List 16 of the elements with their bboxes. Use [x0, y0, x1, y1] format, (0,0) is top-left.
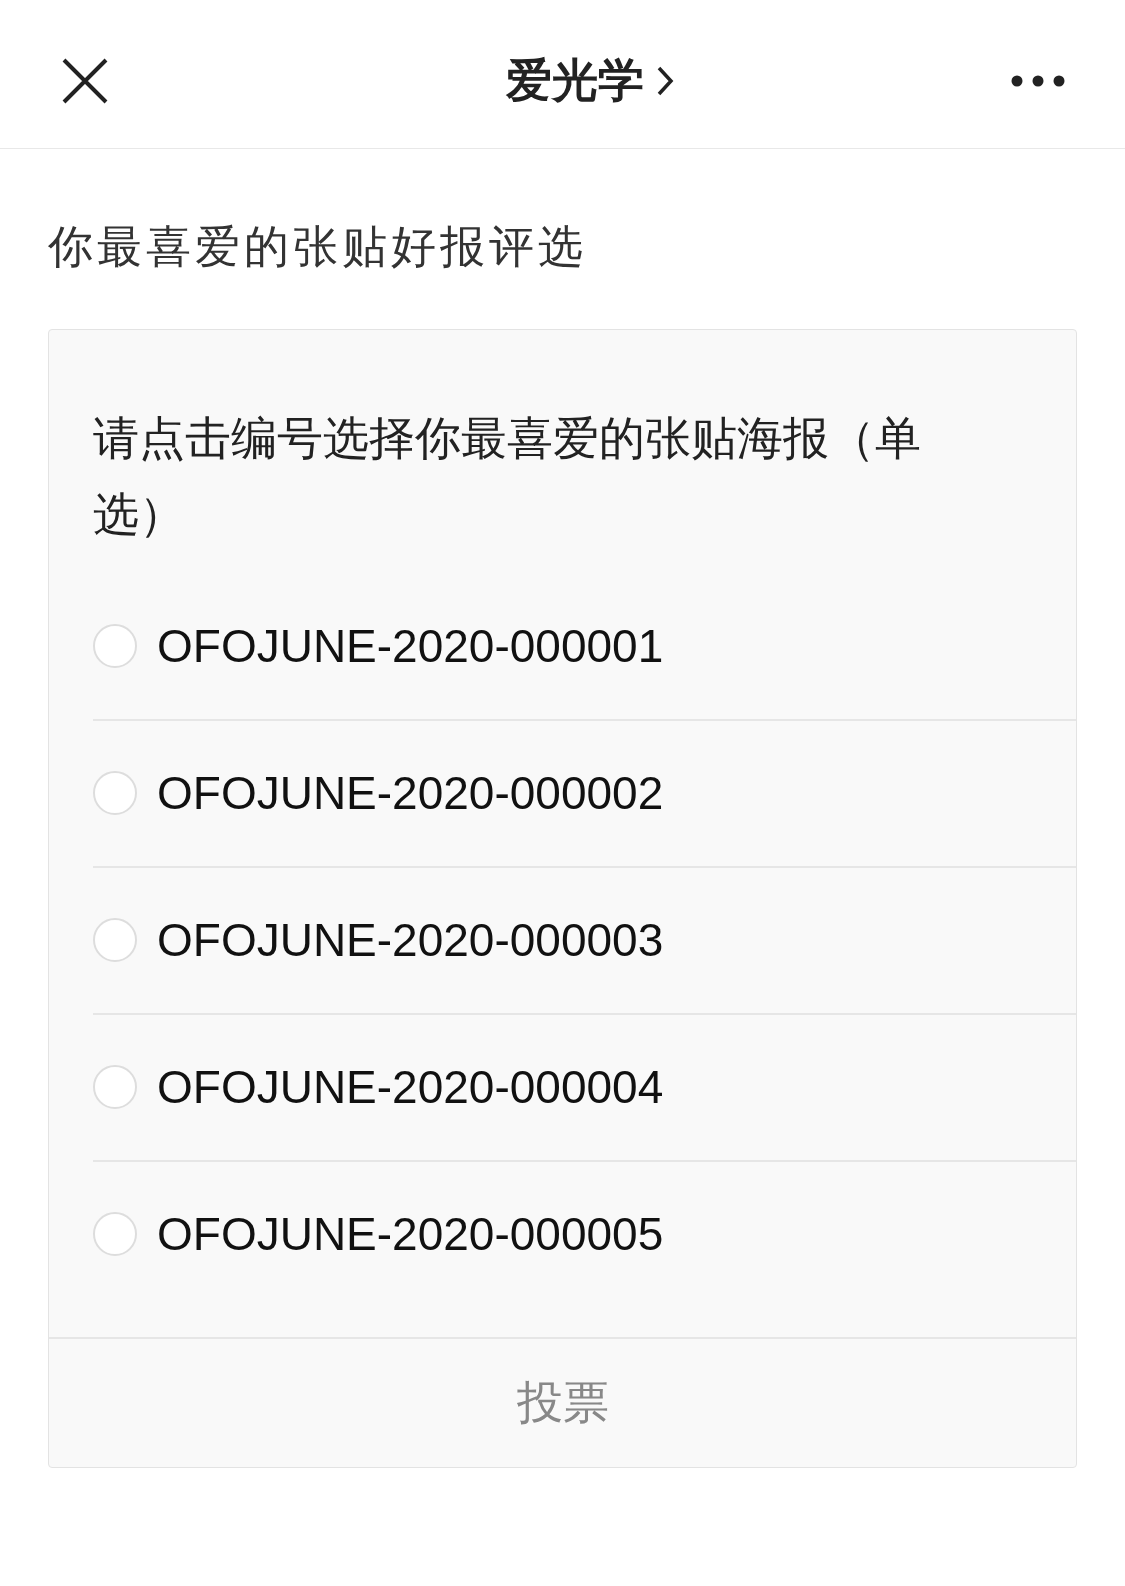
account-title[interactable]: 爱光学	[505, 50, 644, 112]
radio-button[interactable]	[93, 1211, 137, 1256]
radio-button[interactable]	[93, 770, 137, 815]
poll-option[interactable]: OFOJUNE-2020-000003	[49, 866, 1076, 1013]
more-icon[interactable]	[1011, 75, 1065, 87]
close-icon[interactable]	[62, 58, 108, 104]
page-title: 你最喜爱的张贴好报评选	[47, 219, 588, 275]
poll-option[interactable]: OFOJUNE-2020-000004	[49, 1013, 1076, 1160]
radio-button[interactable]	[93, 1064, 137, 1109]
radio-button[interactable]	[93, 917, 137, 962]
poll-option[interactable]: OFOJUNE-2020-000001	[49, 572, 1076, 719]
poll-option[interactable]: OFOJUNE-2020-000002	[49, 719, 1076, 866]
chevron-right-icon[interactable]	[655, 65, 674, 97]
poll-option[interactable]: OFOJUNE-2020-000005	[49, 1160, 1076, 1307]
radio-button[interactable]	[93, 623, 137, 668]
question-text: 请点击编号选择你最喜爱的张贴海报（单选）	[92, 410, 922, 543]
